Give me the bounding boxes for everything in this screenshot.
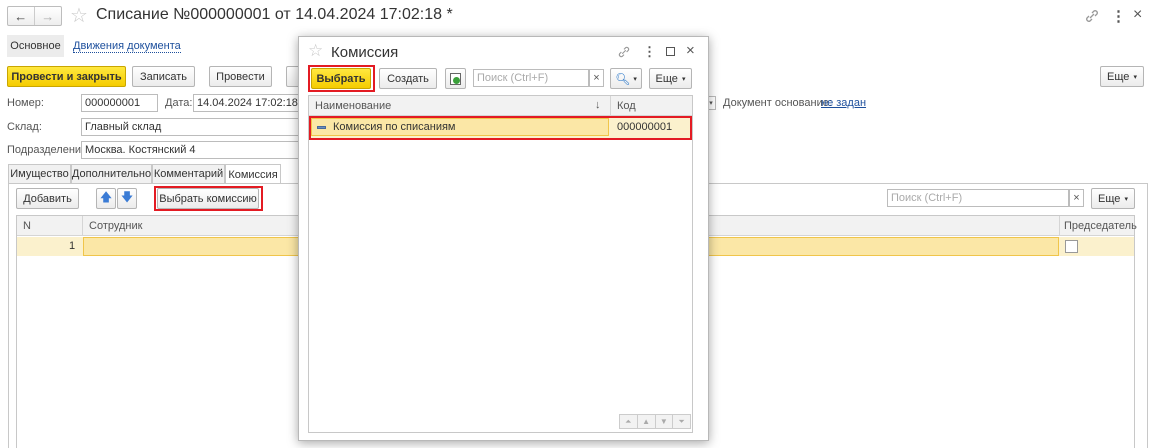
dialog-favorite-star-icon[interactable]: ☆ [308, 41, 323, 61]
link-icon[interactable] [1084, 8, 1100, 24]
date-label: Дата: [165, 97, 193, 109]
column-employee[interactable]: Сотрудник [89, 220, 142, 232]
highlight-dialog-row [309, 116, 692, 140]
post-and-close-label: Провести и закрыть [11, 70, 122, 83]
chairman-checkbox[interactable] [1065, 240, 1078, 253]
close-icon[interactable]: × [1133, 6, 1142, 24]
column-divider [1059, 216, 1060, 236]
warehouse-label: Склад: [7, 121, 42, 133]
tab-comment-label: Комментарий [153, 168, 224, 180]
pager: ⏶ ▲ ▼ ⏷ [619, 414, 691, 429]
dialog-search-clear-icon[interactable]: × [589, 69, 604, 87]
add-button[interactable]: Добавить [16, 188, 79, 209]
nav-buttons: ← → [7, 6, 62, 26]
division-label: Подразделение: [7, 144, 91, 156]
dropdown-arrow-icon: ▾ [1133, 73, 1137, 81]
back-icon[interactable]: ← [8, 7, 35, 25]
save-label: Записать [139, 70, 187, 83]
post-label: Провести [216, 70, 265, 83]
last-page-icon[interactable]: ⏷ [673, 415, 690, 428]
title-bar: ← → ☆ Списание №000000001 от 14.04.2024 … [0, 0, 1158, 32]
tab-comment[interactable]: Комментарий [152, 164, 225, 183]
save-button[interactable]: Записать [132, 66, 195, 87]
commission-search-placeholder: Поиск (Ctrl+F) [891, 192, 963, 204]
post-and-close-button[interactable]: Провести и закрыть [7, 66, 126, 87]
date-field[interactable]: 14.04.2024 17:02:18 [193, 94, 299, 112]
move-up-button[interactable]: 🡅 [96, 188, 116, 209]
dialog-table: Наименование ↓ Код Комиссия по списаниям… [308, 95, 693, 433]
number-field[interactable]: 000000001 [81, 94, 158, 112]
commission-dialog: ☆ Комиссия ⋮ × Выбрать Создать Поиск (Ct… [298, 36, 709, 441]
arrow-up-icon: 🡅 [99, 190, 113, 204]
column-code[interactable]: Код [617, 100, 636, 112]
dialog-title: Комиссия [331, 44, 399, 61]
dialog-menu-icon[interactable]: ⋮ [643, 44, 656, 60]
dropdown-arrow-icon: ▾ [633, 75, 637, 83]
dropdown-arrow-icon: ▾ [1124, 195, 1128, 203]
forward-icon[interactable]: → [35, 7, 61, 25]
column-divider [82, 216, 83, 236]
basis-label: Документ основание: [723, 97, 832, 109]
nav-main-label: Основное [10, 40, 61, 52]
dialog-search-options-button[interactable]: 🔍︎ ▾ [610, 68, 642, 89]
dialog-close-icon[interactable]: × [686, 42, 695, 59]
dialog-create-button[interactable]: Создать [379, 68, 437, 89]
page-title: Списание №000000001 от 14.04.2024 17:02:… [96, 6, 453, 23]
post-button[interactable]: Провести [209, 66, 272, 87]
move-down-button[interactable]: 🡇 [117, 188, 137, 209]
row-number: 1 [69, 240, 76, 252]
tab-additional[interactable]: Дополнительно [71, 164, 152, 183]
column-name[interactable]: Наименование [315, 100, 391, 112]
highlight-choose-button [308, 65, 375, 92]
more-menu-icon[interactable]: ⋮ [1111, 7, 1126, 25]
dialog-maximize-icon[interactable] [666, 47, 675, 56]
column-chairman[interactable]: Председатель [1064, 220, 1137, 232]
dialog-create-label: Создать [387, 72, 429, 85]
prev-page-icon[interactable]: ▲ [638, 415, 656, 428]
more-button[interactable]: Еще ▾ [1100, 66, 1144, 87]
division-field[interactable]: Москва. Костянский 4 [81, 141, 299, 159]
column-divider [610, 96, 611, 116]
commission-more-label: Еще [1098, 192, 1121, 205]
commission-search-input[interactable]: Поиск (Ctrl+F) [887, 189, 1069, 207]
dialog-copy-button[interactable] [445, 68, 466, 89]
tab-commission[interactable]: Комиссия [225, 164, 281, 184]
commission-more-button[interactable]: Еще ▾ [1091, 188, 1135, 209]
tab-property-label: Имущество [10, 168, 69, 180]
warehouse-field[interactable]: Главный склад [81, 118, 299, 136]
dialog-search-input[interactable]: Поиск (Ctrl+F) [473, 69, 589, 87]
dialog-more-button[interactable]: Еще ▾ [649, 68, 692, 89]
dialog-search-placeholder: Поиск (Ctrl+F) [477, 72, 549, 84]
add-label: Добавить [23, 192, 72, 205]
highlight-choose-commission [154, 186, 263, 211]
dropdown-arrow-icon: ▾ [681, 75, 686, 83]
tab-additional-label: Дополнительно [71, 168, 152, 180]
magnifier-icon: 🔍︎ [615, 71, 631, 86]
number-label: Номер: [7, 97, 44, 109]
tab-property[interactable]: Имущество [8, 164, 71, 183]
copy-add-icon [450, 72, 461, 85]
dialog-link-icon[interactable] [617, 45, 631, 59]
basis-link[interactable]: не задан [821, 97, 866, 109]
favorite-star-icon[interactable]: ☆ [70, 3, 88, 28]
commission-search-clear-icon[interactable]: × [1069, 189, 1084, 207]
column-n[interactable]: N [23, 220, 31, 232]
nav-main[interactable]: Основное [7, 35, 64, 57]
dialog-table-header: Наименование ↓ Код [309, 96, 692, 116]
first-page-icon[interactable]: ⏶ [620, 415, 638, 428]
sort-arrow-icon[interactable]: ↓ [595, 99, 601, 111]
more-label: Еще [1107, 70, 1130, 83]
next-page-icon[interactable]: ▼ [656, 415, 674, 428]
arrow-down-icon: 🡇 [120, 190, 134, 204]
dialog-more-label: Еще [655, 72, 678, 85]
tab-commission-label: Комиссия [228, 168, 278, 181]
nav-movements-link[interactable]: Движения документа [73, 40, 181, 53]
